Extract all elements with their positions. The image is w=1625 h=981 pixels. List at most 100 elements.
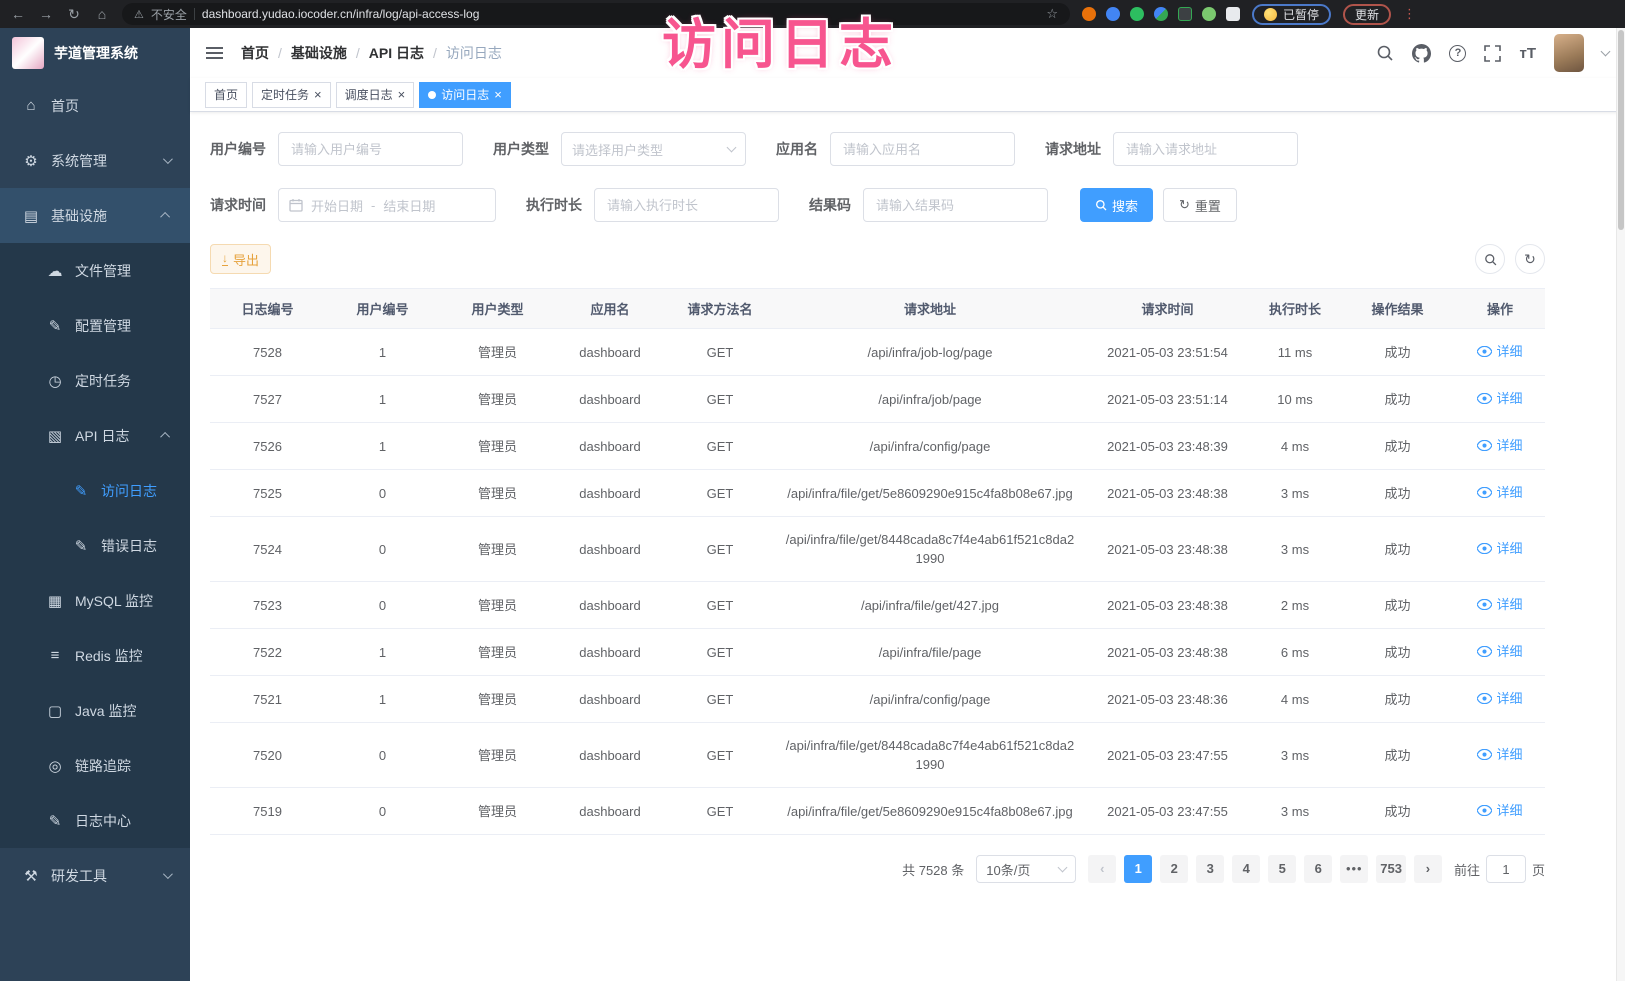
extension-icon[interactable] <box>1082 7 1096 21</box>
cell-app: dashboard <box>555 423 665 470</box>
extension-icon[interactable] <box>1154 7 1168 21</box>
redis-icon: ≡ <box>44 647 66 664</box>
close-icon[interactable]: × <box>494 88 502 101</box>
home-icon[interactable]: ⌂ <box>94 7 110 21</box>
forward-icon[interactable]: → <box>38 7 54 21</box>
sidebar-item-2[interactable]: ▤基础设施 <box>0 188 190 243</box>
detail-link[interactable]: 详细 <box>1477 745 1522 764</box>
paused-badge[interactable]: 已暂停 <box>1252 4 1331 25</box>
sidebar-item-11[interactable]: ▢Java 监控 <box>0 683 190 738</box>
cell-time: 2021-05-03 23:47:55 <box>1085 723 1250 788</box>
sidebar-item-9[interactable]: ▦MySQL 监控 <box>0 573 190 628</box>
cell-time: 2021-05-03 23:51:14 <box>1085 376 1250 423</box>
chevron-down-icon[interactable] <box>1601 46 1611 56</box>
page-button-6[interactable]: 6 <box>1304 855 1332 883</box>
extension-icon[interactable] <box>1130 7 1144 21</box>
user-type-select[interactable]: 请选择用户类型 <box>561 132 746 166</box>
close-icon[interactable]: × <box>398 88 406 101</box>
detail-link[interactable]: 详细 <box>1477 642 1522 661</box>
page-button-2[interactable]: 2 <box>1160 855 1188 883</box>
prev-page-button[interactable]: ‹ <box>1088 855 1116 883</box>
cell-actions: 详细 <box>1455 629 1545 676</box>
result-code-input[interactable] <box>863 188 1048 222</box>
reset-label: 重置 <box>1195 196 1221 215</box>
sidebar-item-14[interactable]: ⚒研发工具 <box>0 848 190 903</box>
sidebar-item-10[interactable]: ≡Redis 监控 <box>0 628 190 683</box>
search-button[interactable]: 搜索 <box>1080 188 1153 222</box>
page-button-4[interactable]: 4 <box>1232 855 1260 883</box>
request-time-range-picker[interactable]: 开始日期 - 结束日期 <box>278 188 496 222</box>
sidebar-item-12[interactable]: ◎链路追踪 <box>0 738 190 793</box>
scrollbar-thumb[interactable] <box>1618 30 1624 230</box>
font-size-icon[interactable]: тT <box>1519 45 1536 62</box>
sidebar-item-8[interactable]: ✎错误日志 <box>0 518 190 573</box>
detail-link[interactable]: 详细 <box>1477 801 1522 820</box>
detail-link[interactable]: 详细 <box>1477 595 1522 614</box>
duration-input[interactable] <box>594 188 779 222</box>
toggle-search-button[interactable] <box>1475 244 1505 274</box>
cell-user_id: 1 <box>325 676 440 723</box>
browser-menu-icon[interactable]: ⋮ <box>1403 6 1416 22</box>
sidebar-item-5[interactable]: ◷定时任务 <box>0 353 190 408</box>
avatar[interactable] <box>1554 34 1584 72</box>
page-button-753[interactable]: 753 <box>1376 855 1406 883</box>
page-size-select[interactable]: 10条/页 <box>976 855 1076 883</box>
reload-icon[interactable]: ↻ <box>66 7 82 21</box>
security-label: 不安全 <box>151 6 187 23</box>
fullscreen-icon[interactable] <box>1484 45 1501 62</box>
bookmark-star-icon[interactable]: ☆ <box>1046 6 1058 22</box>
field-label: 结果码 <box>809 195 851 215</box>
address-bar[interactable]: ⚠ 不安全 dashboard.yudao.iocoder.cn/infra/l… <box>122 3 1070 25</box>
page-button-1[interactable]: 1 <box>1124 855 1152 883</box>
cell-method: GET <box>665 376 775 423</box>
breadcrumb-item[interactable]: 首页 <box>241 43 269 63</box>
breadcrumb-item[interactable]: API 日志 <box>369 43 424 63</box>
extension-icon[interactable] <box>1226 7 1240 21</box>
page-button-5[interactable]: 5 <box>1268 855 1296 883</box>
breadcrumb-item-current: 访问日志 <box>446 43 502 63</box>
pagination-ellipsis[interactable]: ••• <box>1340 855 1368 883</box>
export-button[interactable]: ↓ 导出 <box>210 244 271 274</box>
sidebar-item-4[interactable]: ✎配置管理 <box>0 298 190 353</box>
detail-link[interactable]: 详细 <box>1477 389 1522 408</box>
app-name-input[interactable] <box>830 132 1015 166</box>
sidebar-item-13[interactable]: ✎日志中心 <box>0 793 190 848</box>
detail-link[interactable]: 详细 <box>1477 342 1522 361</box>
github-icon[interactable] <box>1412 44 1431 63</box>
close-icon[interactable]: × <box>314 88 322 101</box>
logo-row[interactable]: 芋道管理系统 <box>0 28 190 78</box>
java-icon: ▢ <box>44 702 66 720</box>
detail-link[interactable]: 详细 <box>1477 436 1522 455</box>
detail-link[interactable]: 详细 <box>1477 539 1522 558</box>
chevron-down-icon <box>727 143 737 153</box>
search-icon[interactable] <box>1376 44 1394 62</box>
detail-link[interactable]: 详细 <box>1477 483 1522 502</box>
extension-icon[interactable] <box>1106 7 1120 21</box>
goto-page-input[interactable] <box>1486 855 1526 883</box>
detail-link[interactable]: 详细 <box>1477 689 1522 708</box>
sidebar-item-3[interactable]: ☁文件管理 <box>0 243 190 298</box>
page-button-3[interactable]: 3 <box>1196 855 1224 883</box>
sidebar-item-1[interactable]: ⚙系统管理 <box>0 133 190 188</box>
refresh-button[interactable]: ↻ <box>1515 244 1545 274</box>
scrollbar[interactable] <box>1616 28 1625 981</box>
help-icon[interactable]: ? <box>1449 45 1466 62</box>
tab-1[interactable]: 定时任务× <box>252 82 331 108</box>
sidebar-item-7[interactable]: ✎访问日志 <box>0 463 190 518</box>
sidebar-item-6[interactable]: ▧API 日志 <box>0 408 190 463</box>
reset-button[interactable]: ↻ 重置 <box>1163 188 1237 222</box>
next-page-button[interactable]: › <box>1414 855 1442 883</box>
extension-icon[interactable] <box>1202 7 1216 21</box>
sidebar-item-0[interactable]: ⌂首页 <box>0 78 190 133</box>
tab-2[interactable]: 调度日志× <box>336 82 415 108</box>
tab-3[interactable]: 访问日志× <box>419 82 511 108</box>
tab-0[interactable]: 首页 <box>205 82 247 108</box>
extension-icon[interactable] <box>1178 7 1192 21</box>
hamburger-icon[interactable] <box>206 52 223 54</box>
breadcrumb-item[interactable]: 基础设施 <box>291 43 347 63</box>
back-icon[interactable]: ← <box>10 7 26 21</box>
table-row: 75230管理员dashboardGET/api/infra/file/get/… <box>210 582 1545 629</box>
update-button[interactable]: 更新 <box>1343 4 1391 25</box>
user-id-input[interactable] <box>278 132 463 166</box>
request-url-input[interactable] <box>1113 132 1298 166</box>
